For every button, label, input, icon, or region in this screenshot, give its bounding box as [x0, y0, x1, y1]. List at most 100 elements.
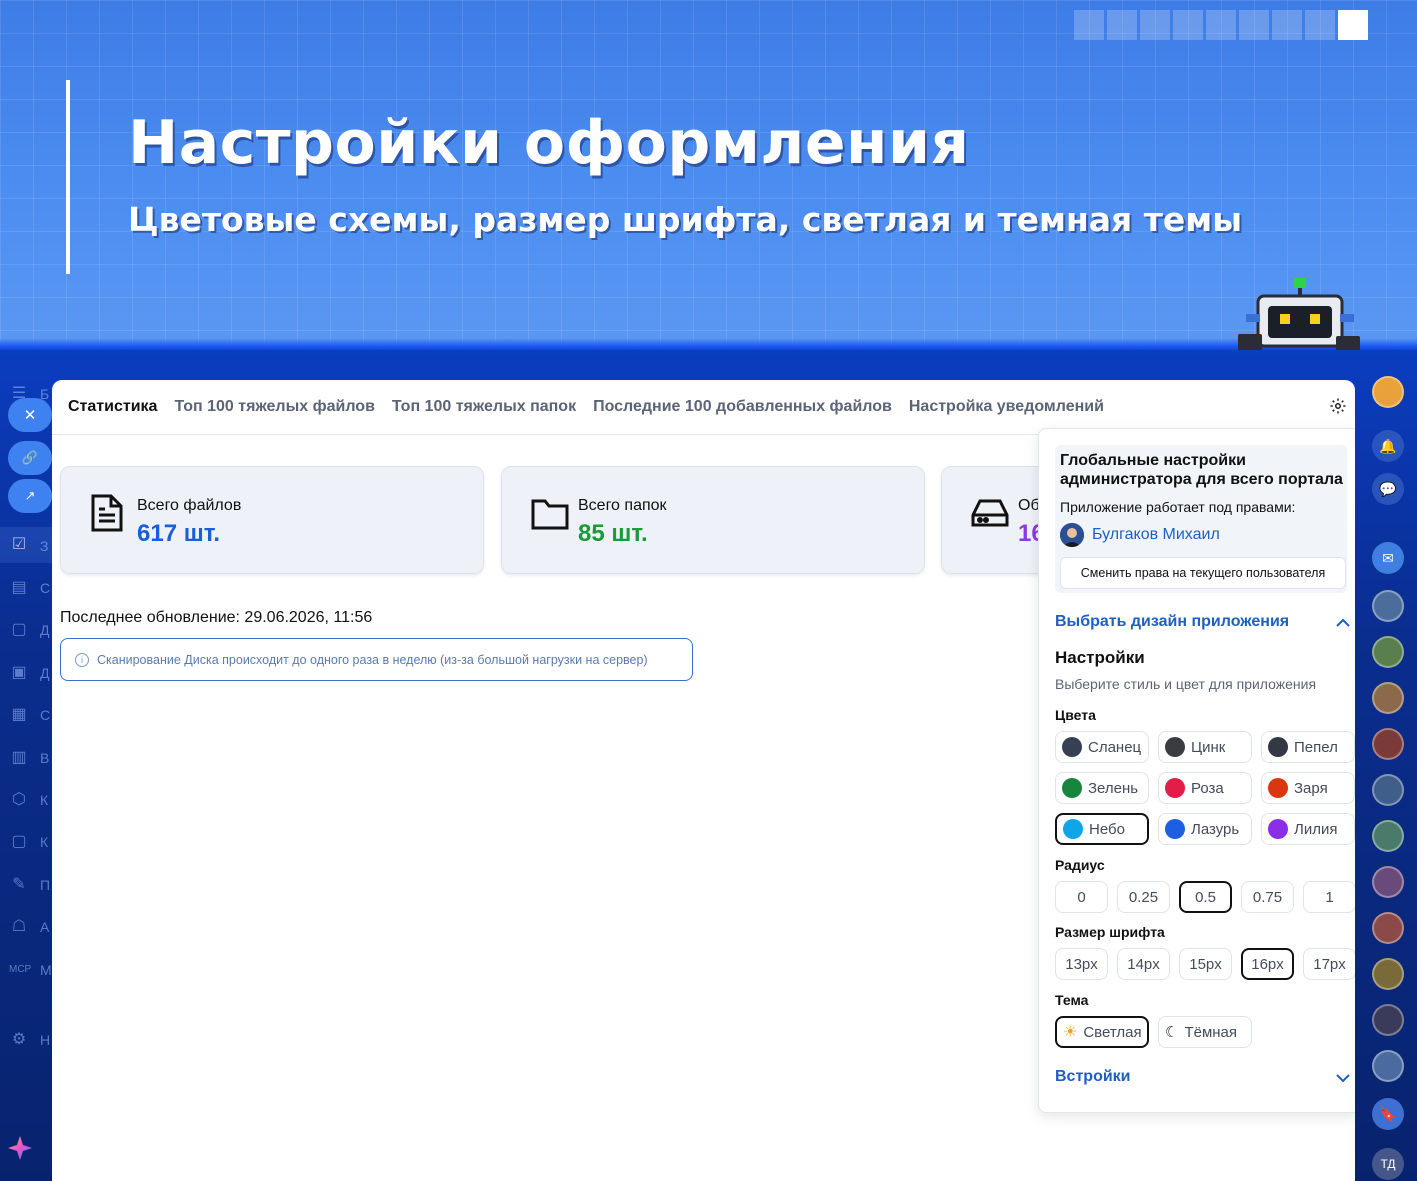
color-option-green[interactable]: Зелень [1055, 772, 1149, 804]
left-sidebar: ☰ Б ✕ 🔗 ↗ ☑ З ▤ С ▢ Д ▣ Д ▦ С ▥ В ⬡ К ▢ … [0, 380, 52, 1181]
avatar[interactable] [1372, 682, 1404, 714]
switch-rights-button[interactable]: Сменить права на текущего пользователя [1060, 557, 1346, 589]
ai-sparkle-icon[interactable] [6, 1134, 34, 1162]
color-option-azure[interactable]: Лазурь [1158, 813, 1252, 845]
color-option-sky[interactable]: Небо [1055, 813, 1149, 845]
banner-subtitle: Цветовые схемы, размер шрифта, светлая и… [128, 200, 1243, 239]
robot-icon[interactable]: ☖ [9, 917, 29, 937]
color-name: Лазурь [1191, 820, 1240, 838]
hexagon-icon[interactable]: ⬡ [9, 790, 29, 810]
file-edit-icon[interactable]: ▢ [9, 832, 29, 852]
avatar[interactable] [1372, 774, 1404, 806]
stat-value: 617 шт. [137, 520, 221, 547]
theme-label: Тема [1055, 992, 1089, 1008]
radius-label: Радиус [1055, 857, 1105, 873]
sidebar-label: К [40, 834, 49, 850]
tab-top-folders[interactable]: Топ 100 тяжелых папок [392, 398, 576, 416]
color-swatch [1063, 819, 1083, 839]
tab-recent-files[interactable]: Последние 100 добавленных файлов [593, 398, 892, 416]
sidebar-label: В [40, 750, 50, 766]
color-option-slate[interactable]: Сланец [1055, 731, 1149, 763]
font-option-15[interactable]: 15px [1179, 948, 1232, 980]
file-icon [91, 494, 123, 532]
chevron-down-icon[interactable] [1335, 1070, 1351, 1086]
color-option-dawn[interactable]: Заря [1261, 772, 1355, 804]
banner-title: Настройки оформления [128, 108, 970, 178]
sun-icon: ☀ [1063, 1024, 1078, 1041]
font-option-16[interactable]: 16px [1241, 948, 1294, 980]
user-avatar[interactable] [1372, 376, 1404, 408]
avatar[interactable] [1372, 728, 1404, 760]
stat-label: Об [1018, 497, 1040, 514]
gear-icon[interactable] [1329, 397, 1347, 415]
id-card-icon[interactable]: ▣ [9, 663, 29, 683]
settings-subtitle: Выберите стиль и цвет для приложения [1055, 676, 1317, 692]
sidebar-label: А [40, 919, 50, 935]
bookmark-icon[interactable]: 🔖 [1372, 1098, 1404, 1130]
sidebar-label: З [40, 538, 49, 554]
font-option-17[interactable]: 17px [1303, 948, 1355, 980]
moon-icon: ☾ [1165, 1024, 1179, 1041]
tab-notifications[interactable]: Настройка уведомлений [909, 398, 1104, 416]
runs-as-user[interactable]: Булгаков Михаил [1060, 523, 1220, 547]
chevron-up-icon[interactable] [1335, 615, 1351, 631]
avatar[interactable] [1372, 958, 1404, 990]
theme-dark-button[interactable]: ☾ Тёмная [1158, 1016, 1252, 1048]
notice-text: Сканирование Диска происходит до одного … [97, 652, 648, 667]
mcp-icon[interactable]: MCP [9, 960, 31, 980]
color-name: Сланец [1088, 738, 1142, 756]
avatar[interactable] [1372, 912, 1404, 944]
settings-dropdown: Глобальные настройки администратора для … [1038, 428, 1355, 1113]
link-button[interactable]: 🔗 [8, 441, 52, 475]
color-name: Заря [1294, 779, 1328, 797]
scan-notice: i Сканирование Диска происходит до одног… [60, 638, 693, 681]
bell-icon[interactable]: 🔔 [1372, 430, 1404, 462]
color-swatch [1165, 778, 1185, 798]
font-option-13[interactable]: 13px [1055, 948, 1108, 980]
sidebar-label: Д [40, 665, 50, 681]
tab-statistics[interactable]: Статистика [68, 398, 157, 416]
chat-icon[interactable]: 💬 [1372, 473, 1404, 505]
theme-light-button[interactable]: ☀ Светлая [1055, 1016, 1149, 1048]
banner-glow [0, 338, 1417, 350]
avatar[interactable] [1372, 590, 1404, 622]
avatar[interactable] [1372, 866, 1404, 898]
font-option-14[interactable]: 14px [1117, 948, 1170, 980]
font-size-label: Размер шрифта [1055, 924, 1165, 940]
sidebar-label: М [40, 962, 52, 978]
embeds-section-toggle[interactable]: Встройки [1055, 1068, 1131, 1086]
calendar-icon[interactable]: ▦ [9, 705, 29, 725]
color-swatch [1062, 737, 1082, 757]
avatar[interactable] [1372, 820, 1404, 852]
color-name: Небо [1089, 820, 1125, 838]
last-updated: Последнее обновление: 29.06.2026, 11:56 [60, 609, 373, 626]
initials-avatar[interactable]: ТД [1372, 1148, 1404, 1180]
document-icon[interactable]: ▢ [9, 620, 29, 640]
settings-icon[interactable]: ⚙ [9, 1030, 29, 1050]
messages-icon[interactable]: ✉ [1372, 542, 1404, 574]
radius-option-0-5[interactable]: 0.5 [1179, 881, 1232, 913]
archive-icon[interactable]: ▤ [9, 578, 29, 598]
color-option-zinc[interactable]: Цинк [1158, 731, 1252, 763]
color-option-ash[interactable]: Пепел [1261, 731, 1355, 763]
radius-option-0-75[interactable]: 0.75 [1241, 881, 1294, 913]
pen-icon[interactable]: ✎ [9, 875, 29, 895]
checkbox-icon: ☑ [11, 536, 27, 553]
design-section-toggle[interactable]: Выбрать дизайн приложения [1055, 613, 1289, 631]
tab-top-files[interactable]: Топ 100 тяжелых файлов [174, 398, 374, 416]
runs-as-label: Приложение работает под правами: [1060, 499, 1296, 515]
stat-label: Всего папок [578, 497, 667, 514]
avatar[interactable] [1372, 1050, 1404, 1082]
radius-option-1[interactable]: 1 [1303, 881, 1355, 913]
open-external-button[interactable]: ↗ [8, 479, 52, 513]
bar-chart-icon[interactable]: ▥ [9, 748, 29, 768]
promo-banner: Настройки оформления Цветовые схемы, раз… [0, 0, 1417, 350]
radius-option-0-25[interactable]: 0.25 [1117, 881, 1170, 913]
color-option-lily[interactable]: Лилия [1261, 813, 1355, 845]
radius-option-0[interactable]: 0 [1055, 881, 1108, 913]
avatar[interactable] [1372, 1004, 1404, 1036]
folder-icon [531, 499, 569, 530]
color-option-rose[interactable]: Роза [1158, 772, 1252, 804]
avatar[interactable] [1372, 636, 1404, 668]
close-button[interactable]: ✕ [8, 398, 52, 432]
